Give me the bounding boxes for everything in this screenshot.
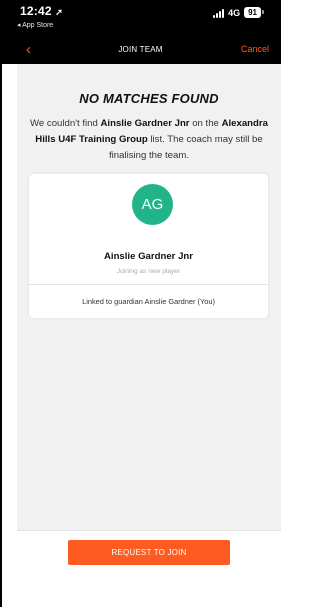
avatar: AG: [132, 184, 173, 225]
request-to-join-button[interactable]: REQUEST TO JOIN: [68, 540, 230, 565]
player-name: Ainslie Gardner Jnr: [103, 251, 194, 262]
status-time: 12:42 ➚: [20, 4, 63, 18]
back-to-app-store-link[interactable]: ◂ App Store: [17, 21, 53, 29]
page-title: JOIN TEAM: [118, 45, 163, 54]
no-matches-heading: NO MATCHES FOUND: [79, 91, 219, 106]
message-text: We couldn't find: [30, 118, 101, 129]
location-arrow-icon: ➚: [55, 7, 63, 17]
main-content: NO MATCHES FOUND We couldn't find Ainsli…: [17, 64, 281, 530]
message-player-name: Ainslie Gardner Jnr: [100, 118, 190, 129]
player-status: Joining as new player: [116, 268, 181, 275]
no-match-message: We couldn't find Ainslie Gardner Jnr on …: [27, 116, 271, 164]
cancel-button[interactable]: Cancel: [241, 44, 269, 54]
network-type: 4G: [228, 7, 241, 18]
status-bar: 12:42 ➚ ◂ App Store 4G 91: [0, 0, 281, 38]
signal-icon: [213, 8, 225, 18]
left-edge-divider: [0, 0, 2, 607]
time-text: 12:42: [20, 4, 52, 18]
guardian-link-text: Linked to guardian Ainslie Gardner (You): [82, 297, 215, 306]
join-team-screen: 12:42 ➚ ◂ App Store 4G 91 ‹ JOIN TEAM Ca…: [0, 0, 281, 607]
player-card: AG Ainslie Gardner Jnr Joining as new pl…: [29, 174, 268, 318]
card-divider: [29, 284, 268, 285]
navigation-bar: ‹ JOIN TEAM Cancel: [0, 38, 281, 64]
message-text: on the: [189, 118, 222, 129]
battery-icon: 91: [244, 7, 264, 18]
status-indicators: 4G 91: [213, 7, 264, 18]
footer: REQUEST TO JOIN: [17, 530, 281, 607]
